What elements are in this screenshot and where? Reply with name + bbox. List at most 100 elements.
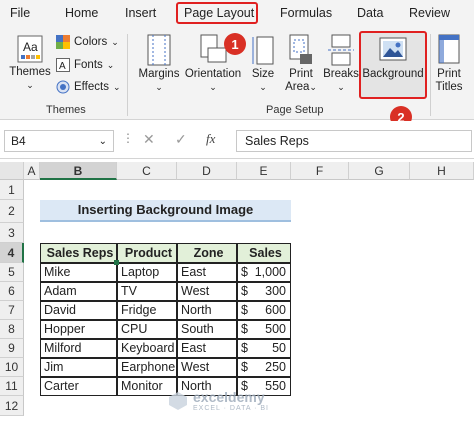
print-area-label-2: Area	[285, 81, 310, 93]
row-header-2[interactable]: 2	[0, 200, 24, 223]
chevron-down-icon: ⌄	[112, 81, 121, 92]
currency-symbol: $	[241, 303, 248, 317]
table-cell[interactable]: TV	[117, 282, 177, 301]
column-header-h[interactable]: H	[410, 162, 474, 180]
table-cell[interactable]: Keyboard	[117, 339, 177, 358]
select-all-corner[interactable]	[0, 162, 24, 180]
table-cell[interactable]: West	[177, 358, 237, 377]
row-header-6[interactable]: 6	[0, 282, 24, 301]
column-header-c[interactable]: C	[117, 162, 177, 180]
tab-review[interactable]: Review	[409, 6, 450, 20]
row-header-11[interactable]: 11	[0, 377, 24, 396]
table-cell[interactable]: Laptop	[117, 263, 177, 282]
table-cell[interactable]: Earphone	[117, 358, 177, 377]
row-header-9[interactable]: 9	[0, 339, 24, 358]
table-cell-sales[interactable]: $500	[237, 320, 291, 339]
breaks-button[interactable]: Breaks ⌄	[323, 34, 359, 94]
orientation-icon	[200, 34, 227, 63]
column-header-d[interactable]: D	[177, 162, 237, 180]
table-header-cell[interactable]: Product	[117, 243, 177, 263]
svg-text:A: A	[59, 61, 66, 72]
watermark-tagline: EXCEL · DATA · BI	[193, 405, 269, 412]
table-header-cell[interactable]: Sales	[237, 243, 291, 263]
table-cell[interactable]: Fridge	[117, 301, 177, 320]
print-titles-button[interactable]: Print Titles	[431, 34, 467, 94]
name-box[interactable]: B4 ⌄	[4, 130, 114, 152]
row-header-12[interactable]: 12	[0, 396, 24, 416]
sales-value: 500	[265, 322, 286, 336]
table-cell[interactable]: Mike	[40, 263, 117, 282]
themes-button[interactable]: Aa Themes ⌄	[8, 34, 52, 92]
table-cell-sales[interactable]: $300	[237, 282, 291, 301]
colors-icon	[56, 35, 70, 49]
chevron-down-icon: ⌄	[106, 59, 115, 70]
tab-data[interactable]: Data	[357, 6, 383, 20]
table-cell[interactable]: David	[40, 301, 117, 320]
table-cell[interactable]: East	[177, 339, 237, 358]
currency-symbol: $	[241, 360, 248, 374]
background-button[interactable]: Background	[361, 36, 425, 81]
table-cell[interactable]: Hopper	[40, 320, 117, 339]
table-cell[interactable]: CPU	[117, 320, 177, 339]
table-cell[interactable]: Adam	[40, 282, 117, 301]
table-header-cell[interactable]: Sales Reps	[40, 243, 117, 263]
column-header-g[interactable]: G	[349, 162, 410, 180]
sales-value: 600	[265, 303, 286, 317]
sales-value: 300	[265, 284, 286, 298]
print-area-button[interactable]: Print Area⌄	[284, 34, 318, 94]
fill-handle[interactable]	[114, 260, 119, 265]
formula-input[interactable]: Sales Reps	[236, 130, 472, 152]
tab-home[interactable]: Home	[65, 6, 98, 20]
svg-text:Aa: Aa	[23, 40, 38, 54]
row-header-1[interactable]: 1	[0, 180, 24, 200]
currency-symbol: $	[241, 265, 248, 279]
table-cell[interactable]: East	[177, 263, 237, 282]
sales-value: 50	[272, 341, 286, 355]
size-icon	[252, 36, 274, 65]
column-header-e[interactable]: E	[237, 162, 291, 180]
cancel-icon[interactable]: ✕	[143, 131, 155, 148]
column-header-b[interactable]: B	[40, 162, 117, 180]
effects-label: Effects	[74, 81, 109, 93]
currency-symbol: $	[241, 322, 248, 336]
tab-insert[interactable]: Insert	[125, 6, 156, 20]
insert-function-icon[interactable]: fx	[206, 131, 215, 147]
chevron-down-icon: ⌄	[111, 36, 119, 47]
fonts-button[interactable]: A Fonts ⌄	[56, 58, 114, 72]
row-header-3[interactable]: 3	[0, 223, 24, 243]
sheet-title[interactable]: Inserting Background Image	[40, 200, 291, 222]
row-header-5[interactable]: 5	[0, 263, 24, 282]
table-cell[interactable]: Milford	[40, 339, 117, 358]
row-header-8[interactable]: 8	[0, 320, 24, 339]
table-cell[interactable]: Carter	[40, 377, 117, 396]
chevron-down-icon[interactable]: ⌄	[99, 136, 107, 147]
tab-file[interactable]: File	[10, 6, 30, 20]
currency-symbol: $	[241, 284, 248, 298]
column-header-f[interactable]: F	[291, 162, 349, 180]
table-cell[interactable]: North	[177, 301, 237, 320]
table-cell[interactable]: South	[177, 320, 237, 339]
size-button[interactable]: Size ⌄	[248, 34, 278, 94]
row-header-10[interactable]: 10	[0, 358, 24, 377]
margins-button[interactable]: Margins ⌄	[136, 34, 182, 94]
sales-value: 250	[265, 360, 286, 374]
table-cell-sales[interactable]: $50	[237, 339, 291, 358]
table-cell[interactable]: Jim	[40, 358, 117, 377]
background-label: Background	[362, 68, 424, 80]
table-header-cell[interactable]: Zone	[177, 243, 237, 263]
colors-button[interactable]: Colors ⌄	[56, 35, 119, 49]
row-header-7[interactable]: 7	[0, 301, 24, 320]
print-titles-label-2: Titles	[435, 81, 463, 93]
tab-formulas[interactable]: Formulas	[280, 6, 332, 20]
excel-window: File Home Insert Page Layout Formulas Da…	[0, 0, 474, 432]
column-header-a[interactable]: A	[24, 162, 40, 180]
table-cell[interactable]: West	[177, 282, 237, 301]
table-cell-sales[interactable]: $250	[237, 358, 291, 377]
row-header-4[interactable]: 4	[0, 243, 24, 263]
enter-icon[interactable]: ✓	[175, 131, 187, 148]
chevron-down-icon: ⌄	[155, 82, 163, 92]
print-titles-label-1: Print	[437, 68, 461, 80]
table-cell-sales[interactable]: $1,000	[237, 263, 291, 282]
effects-button[interactable]: Effects ⌄	[56, 80, 121, 94]
table-cell-sales[interactable]: $600	[237, 301, 291, 320]
